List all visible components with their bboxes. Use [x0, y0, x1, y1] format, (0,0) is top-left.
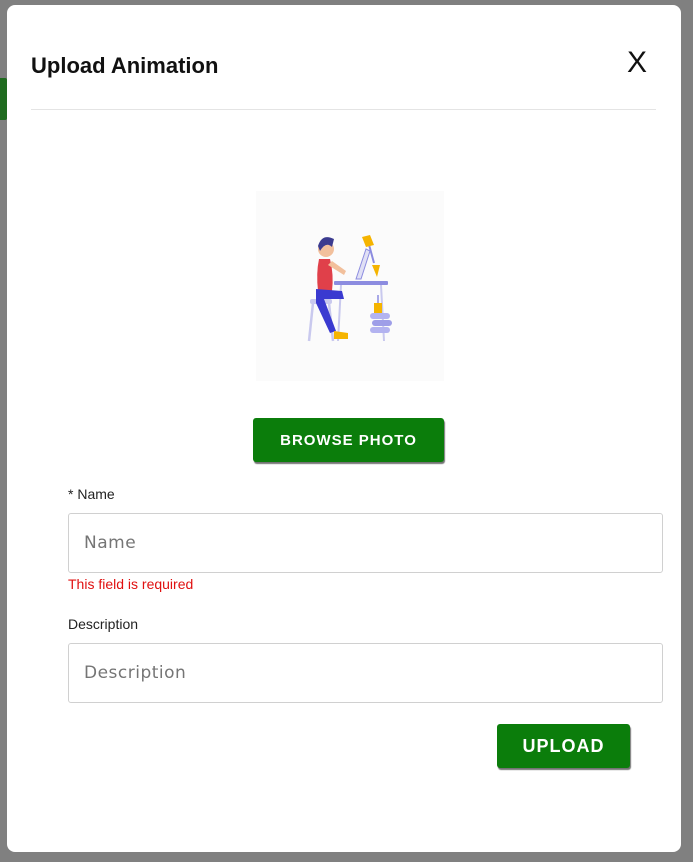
upload-animation-modal: Upload Animation X BROWSE PHOTO * Name N…	[7, 5, 681, 852]
close-button[interactable]: X	[619, 45, 655, 81]
name-label: * Name	[68, 486, 115, 502]
description-input[interactable]	[68, 643, 663, 703]
name-input[interactable]	[68, 513, 663, 573]
description-label: Description	[68, 616, 139, 632]
animation-preview	[256, 191, 444, 381]
background-tab	[0, 78, 7, 120]
person-at-desk-icon	[307, 235, 392, 342]
modal-title: Upload Animation	[31, 53, 219, 78]
upload-button[interactable]: UPLOAD	[497, 724, 630, 768]
name-error-message: This field is required	[68, 576, 194, 592]
header-divider	[31, 109, 656, 110]
browse-photo-button[interactable]: BROWSE PHOTO	[253, 418, 444, 462]
